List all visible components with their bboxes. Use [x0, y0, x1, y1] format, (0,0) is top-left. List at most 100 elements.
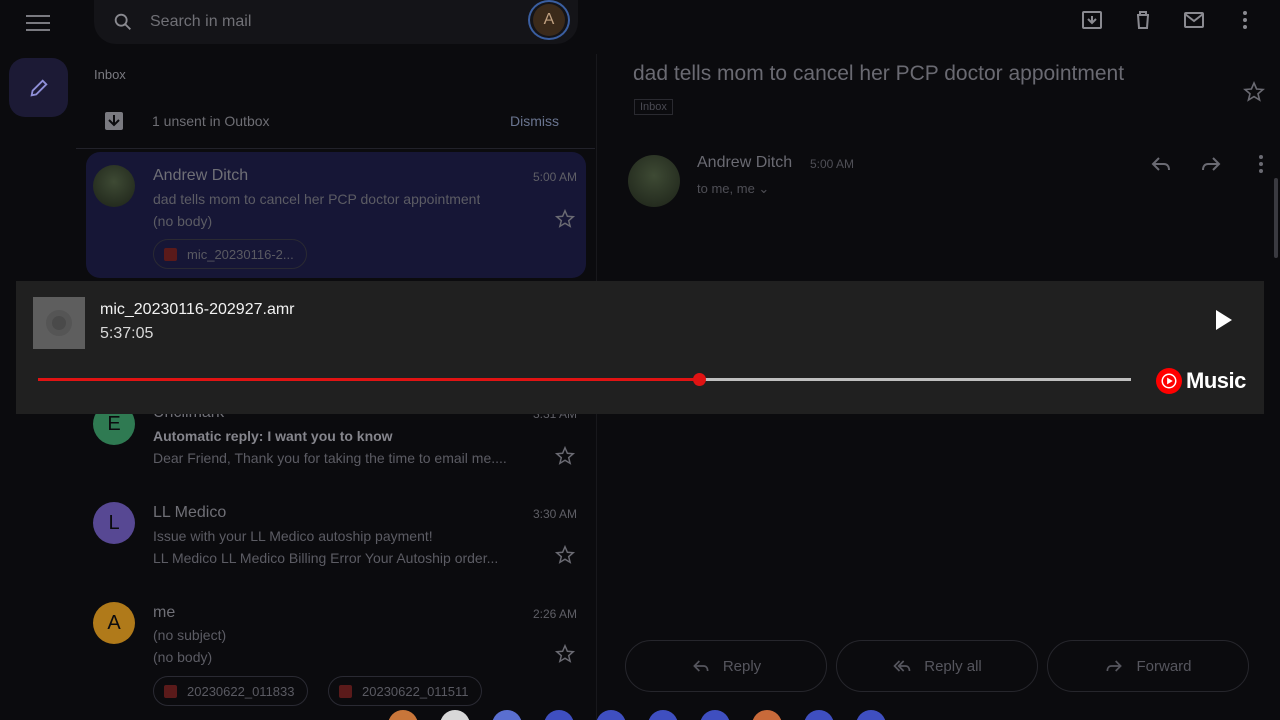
search-bar[interactable]: Search in mail — [94, 0, 578, 44]
email-subject: Automatic reply: I want you to know — [153, 428, 393, 444]
youtube-music-icon — [1156, 368, 1182, 394]
app-icon[interactable] — [544, 710, 574, 720]
recipients-toggle[interactable]: to me, me ⌄ — [697, 181, 769, 197]
email-subject-heading: dad tells mom to cancel her PCP doctor a… — [633, 62, 1125, 85]
seek-handle[interactable] — [693, 373, 707, 386]
attachment-chip[interactable]: 20230622_011833 — [153, 676, 308, 706]
pencil-icon — [29, 78, 48, 97]
sender-avatar: A — [93, 602, 135, 644]
sender-avatar: L — [93, 502, 135, 544]
star-icon[interactable] — [1242, 80, 1266, 104]
account-initial: A — [533, 4, 565, 36]
scrollbar[interactable] — [1274, 178, 1278, 258]
album-art — [33, 297, 85, 349]
sent-time: 5:00 AM — [810, 157, 855, 171]
disc-icon — [46, 310, 72, 336]
reply-icon — [692, 660, 709, 672]
email-snippet: (no body) — [153, 213, 213, 229]
email-from: Andrew Ditch — [153, 167, 249, 184]
sender-avatar — [93, 165, 135, 207]
forward-button[interactable]: Forward — [1047, 640, 1249, 692]
star-icon[interactable] — [554, 643, 576, 665]
media-player: mic_20230116-202927.amr 5:37:05 Music — [16, 281, 1264, 414]
compose-button[interactable] — [9, 58, 68, 117]
outbox-text: 1 unsent in Outbox — [152, 113, 270, 129]
gmail-app: Search in mail A Inbox 1 unsent in Outbo… — [0, 0, 1280, 720]
email-row-andrew-ditch[interactable]: Andrew Ditch 5:00 AM dad tells mom to ca… — [86, 152, 586, 278]
outbox-icon — [105, 112, 123, 130]
reply-icon[interactable] — [1149, 152, 1173, 176]
menu-icon[interactable] — [22, 10, 54, 38]
divider — [76, 148, 595, 149]
track-title: mic_20230116-202927.amr — [100, 301, 295, 318]
sender-avatar[interactable] — [628, 155, 680, 207]
app-icon[interactable] — [492, 710, 522, 720]
reply-actions: Reply Reply all Forward — [625, 640, 1249, 692]
label-tag[interactable]: Inbox — [634, 99, 673, 115]
brand-label: Music — [1186, 368, 1246, 393]
mail-icon[interactable] — [1182, 8, 1206, 32]
email-row-ll-medico[interactable]: L LL Medico 3:30 AM Issue with your LL M… — [86, 500, 586, 580]
app-icon[interactable] — [440, 710, 470, 720]
email-snippet: LL Medico LL Medico Billing Error Your A… — [153, 550, 499, 566]
app-icon[interactable] — [648, 710, 678, 720]
star-icon[interactable] — [554, 445, 576, 467]
delete-icon[interactable] — [1131, 8, 1155, 32]
seek-progress — [38, 378, 700, 381]
dismiss-button[interactable]: Dismiss — [510, 113, 559, 129]
image-file-icon — [339, 684, 352, 698]
app-icon[interactable] — [700, 710, 730, 720]
attachment-chip[interactable]: mic_20230116-2... — [153, 239, 307, 269]
forward-label: Forward — [1136, 657, 1192, 675]
account-avatar[interactable]: A — [528, 0, 570, 40]
email-subject: Issue with your LL Medico autoship payme… — [153, 528, 433, 544]
email-from: LL Medico — [153, 504, 227, 521]
sender-name: Andrew Ditch — [697, 154, 793, 171]
app-icon[interactable] — [856, 710, 886, 720]
archive-icon[interactable] — [1080, 8, 1104, 32]
forward-icon[interactable] — [1199, 152, 1223, 176]
app-icon[interactable] — [804, 710, 834, 720]
outbox-banner: 1 unsent in Outbox Dismiss — [90, 96, 595, 146]
email-snippet: Dear Friend, Thank you for taking the ti… — [153, 450, 507, 466]
star-icon[interactable] — [554, 208, 576, 230]
search-icon — [114, 13, 131, 30]
seek-bar[interactable] — [38, 373, 1131, 386]
email-time: 3:30 AM — [532, 507, 577, 521]
attachment-name: mic_20230116-2... — [187, 246, 294, 262]
attachment-name: 20230622_011511 — [362, 683, 469, 699]
email-row-me[interactable]: A me 2:26 AM (no subject) (no body) 2023… — [86, 600, 586, 710]
attachment-name: 20230622_011833 — [187, 683, 295, 699]
folder-label: Inbox — [94, 67, 126, 82]
email-time: 5:00 AM — [532, 170, 577, 184]
app-icon[interactable] — [752, 710, 782, 720]
image-file-icon — [164, 684, 177, 698]
email-time: 2:26 AM — [532, 607, 577, 621]
app-dock — [388, 710, 908, 720]
attachment-chip[interactable]: 20230622_011511 — [328, 676, 482, 706]
more-vert-icon[interactable] — [1233, 8, 1257, 32]
reply-button[interactable]: Reply — [625, 640, 827, 692]
more-vert-icon[interactable] — [1249, 152, 1273, 176]
email-snippet: (no body) — [153, 649, 213, 665]
email-subject: dad tells mom to cancel her PCP doctor a… — [153, 191, 481, 207]
search-input[interactable]: Search in mail — [150, 13, 251, 31]
chevron-down-icon: ⌄ — [758, 181, 770, 196]
youtube-music-logo[interactable]: Music — [1156, 368, 1246, 394]
message-actions — [1149, 152, 1273, 176]
track-elapsed: 5:37:05 — [100, 325, 154, 342]
reply-all-button[interactable]: Reply all — [836, 640, 1038, 692]
app-icon[interactable] — [388, 710, 418, 720]
reply-label: Reply — [722, 657, 762, 675]
app-icon[interactable] — [596, 710, 626, 720]
star-icon[interactable] — [554, 544, 576, 566]
forward-icon — [1106, 660, 1123, 672]
reply-all-icon — [893, 660, 911, 672]
audio-file-icon — [164, 247, 177, 261]
recipients-text: to me, me — [697, 181, 755, 196]
email-from: me — [153, 604, 176, 621]
reply-all-label: Reply all — [924, 657, 982, 675]
detail-toolbar — [1053, 8, 1257, 32]
email-subject: (no subject) — [153, 627, 227, 643]
play-icon[interactable] — [1211, 308, 1235, 332]
